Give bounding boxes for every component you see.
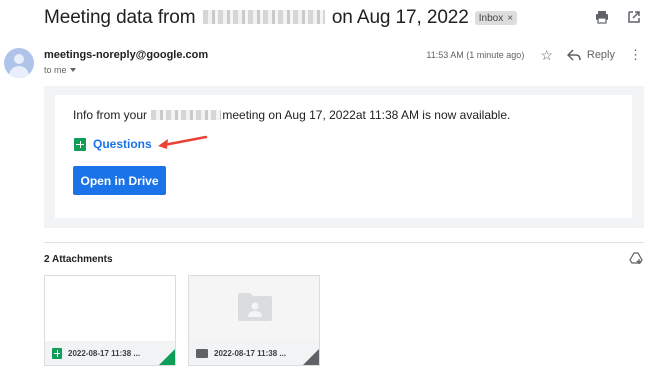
reply-button[interactable]: Reply	[566, 49, 615, 61]
info-suffix: meeting on Aug 17, 2022at 11:38 AM is no…	[222, 108, 511, 122]
attachments-divider	[44, 242, 644, 243]
annotation-arrow-icon	[158, 135, 208, 149]
questions-link[interactable]: Questions	[93, 137, 152, 151]
attachment-filename: 2022-08-17 11:38 ...	[68, 348, 141, 358]
info-prefix: Info from your	[73, 108, 148, 122]
google-sheets-icon	[52, 347, 62, 359]
chevron-down-icon[interactable]	[69, 68, 76, 72]
timestamp: 11:53 AM (1 minute ago)	[426, 50, 525, 60]
avatar-body-shape	[9, 66, 29, 78]
print-icon[interactable]	[594, 9, 610, 25]
add-to-drive-icon[interactable]	[629, 252, 643, 270]
attachment-footer: 2022-08-17 11:38 ...	[45, 341, 175, 365]
attachments-title: 2 Attachments	[44, 254, 113, 265]
attachment-tile[interactable]: 2022-08-17 11:38 ...	[188, 275, 320, 366]
info-text: Info from your meeting on Aug 17, 2022at…	[73, 108, 510, 122]
sheet-corner-icon	[159, 349, 175, 365]
file-corner-icon	[303, 349, 319, 365]
reply-icon	[566, 49, 581, 61]
reply-label: Reply	[586, 49, 615, 61]
questions-attachment-link[interactable]: Questions	[74, 137, 152, 151]
recipient-details[interactable]: to me	[44, 65, 76, 75]
inbox-label-text: Inbox	[478, 12, 504, 24]
attachment-footer: 2022-08-17 11:38 ...	[189, 341, 319, 365]
subject-prefix: Meeting data from	[44, 7, 196, 28]
avatar-head-shape	[14, 54, 24, 64]
subject-row: Meeting data from on Aug 17, 2022 Inbox …	[44, 6, 518, 30]
redacted-meeting-name	[202, 10, 325, 24]
attachment-tile[interactable]: 2022-08-17 11:38 ...	[44, 275, 176, 366]
remove-label-icon[interactable]: ×	[507, 13, 513, 24]
sender-email[interactable]: meetings-noreply@google.com	[44, 49, 208, 61]
recipient-label: to me	[44, 65, 67, 75]
google-sheets-icon	[74, 137, 86, 151]
folder-icon	[196, 348, 208, 358]
more-vertical-icon[interactable]: ⋮	[629, 48, 642, 62]
sender-avatar[interactable]	[4, 48, 34, 78]
shared-folder-icon	[238, 293, 272, 321]
subject-suffix: on Aug 17, 2022	[331, 7, 469, 28]
redacted-meeting-name	[151, 110, 222, 120]
star-icon[interactable]: ☆	[540, 47, 553, 63]
open-in-drive-button[interactable]: Open in Drive	[73, 166, 166, 195]
header-actions	[594, 9, 642, 25]
message-meta: 11:53 AM (1 minute ago) ☆ Reply ⋮	[426, 47, 642, 63]
open-in-new-window-icon[interactable]	[626, 9, 642, 25]
inbox-label-chip[interactable]: Inbox ×	[474, 11, 518, 25]
email-subject: Meeting data from on Aug 17, 2022	[44, 7, 469, 29]
attachment-filename: 2022-08-17 11:38 ...	[214, 348, 287, 358]
